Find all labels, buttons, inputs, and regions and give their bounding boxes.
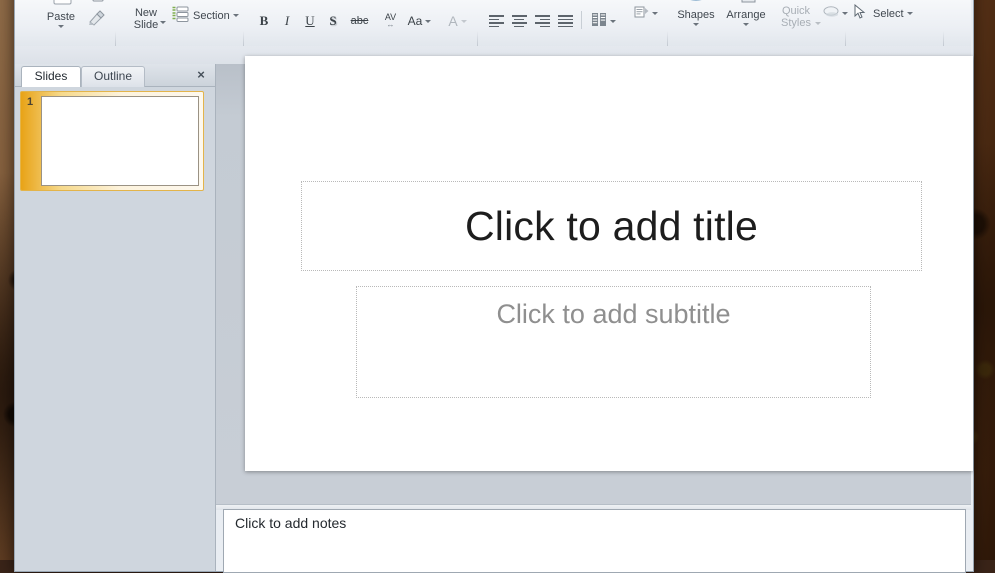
ribbon-group-drawing: Shapes Arrange: [671, 0, 843, 46]
ribbon-group-font: B I U S abc AV ↔ Aa A: [247, 0, 475, 46]
subtitle-placeholder-text: Click to add subtitle: [496, 299, 730, 330]
align-text-button[interactable]: [631, 2, 660, 24]
ribbon-group-clipboard: Paste: [19, 0, 115, 46]
new-slide-icon: [132, 0, 160, 7]
paste-chevron-down-icon[interactable]: [58, 25, 64, 28]
reset-button[interactable]: Reset: [171, 0, 245, 3]
quick-styles-icon: [783, 0, 809, 5]
quick-styles-label: Quick Styles: [781, 5, 811, 29]
slide-editing-area: Click to add title Click to add subtitle: [216, 64, 971, 504]
slide-number-label: 1: [27, 96, 33, 108]
notes-placeholder-text: Click to add notes: [235, 515, 346, 531]
columns-button[interactable]: [589, 10, 618, 32]
notes-pane[interactable]: Click to add notes: [223, 509, 966, 573]
columns-chevron-down-icon: [610, 20, 616, 23]
shape-effects-icon: [823, 5, 839, 22]
slide-thumbnail-canvas: [41, 96, 199, 186]
arrange-label: Arrange: [726, 9, 765, 21]
section-icon: [172, 6, 189, 25]
quick-styles-button[interactable]: Quick Styles: [771, 0, 821, 38]
arrange-chevron-down-icon[interactable]: [743, 23, 749, 26]
copy-icon: [88, 0, 105, 5]
ribbon-group-slides: New Slide Reset: [119, 0, 243, 46]
columns-icon: [592, 13, 607, 29]
change-case-button[interactable]: Aa: [405, 10, 434, 32]
shapes-label: Shapes: [677, 9, 714, 21]
paragraph-inner-divider: [581, 11, 582, 29]
section-label: Section: [193, 10, 230, 22]
title-placeholder-text: Click to add title: [465, 203, 758, 250]
justify-button[interactable]: [554, 10, 576, 32]
replace-button[interactable]: ab ac Replace: [851, 0, 943, 1]
ribbon-group-editing: ab ac Replace Select: [849, 0, 941, 46]
align-center-icon: [512, 15, 527, 27]
ribbon-groups-row: Paste: [15, 0, 971, 46]
font-color-label: A: [448, 13, 457, 29]
section-chevron-down-icon[interactable]: [233, 14, 239, 17]
change-case-chevron-down-icon: [425, 20, 431, 23]
align-text-chevron-down-icon: [652, 12, 658, 15]
align-center-button[interactable]: [508, 10, 530, 32]
select-chevron-down-icon[interactable]: [907, 12, 913, 15]
font-color-chevron-down-icon: [461, 20, 467, 23]
reset-icon: [172, 0, 189, 1]
powerpoint-window: Paste: [14, 0, 974, 572]
tab-slides[interactable]: Slides: [21, 66, 81, 87]
italic-button[interactable]: I: [276, 10, 298, 32]
shapes-icon: [683, 0, 709, 9]
character-spacing-button[interactable]: AV ↔: [376, 10, 405, 32]
shapes-button[interactable]: Shapes: [671, 0, 721, 38]
align-right-button[interactable]: [531, 10, 553, 32]
ribbon-group-paragraph: [481, 0, 665, 46]
align-left-button[interactable]: [485, 10, 507, 32]
arrange-icon: [733, 0, 759, 9]
shape-effects-button[interactable]: [821, 2, 850, 24]
slide-thumbnail-1[interactable]: 1: [20, 91, 204, 191]
slides-pane-tabs: Slides Outline ×: [15, 64, 215, 87]
clipboard-icon: [48, 0, 74, 11]
align-right-icon: [535, 15, 550, 27]
slides-pane: Slides Outline × 1: [15, 64, 216, 571]
bold-button[interactable]: B: [253, 10, 275, 32]
shape-effects-chevron-down-icon: [842, 12, 848, 15]
change-case-label: Aa: [408, 14, 423, 28]
section-button[interactable]: Section: [171, 4, 245, 27]
arrange-button[interactable]: Arrange: [719, 0, 773, 38]
character-spacing-arrow-icon: ↔: [387, 21, 395, 29]
tab-outline[interactable]: Outline: [81, 66, 145, 87]
subtitle-placeholder[interactable]: Click to add subtitle: [356, 286, 871, 398]
shapes-chevron-down-icon[interactable]: [693, 23, 699, 26]
new-slide-button[interactable]: New Slide: [121, 0, 171, 38]
align-left-icon: [489, 15, 504, 27]
paste-button-label: Paste: [47, 11, 75, 23]
align-text-icon: [634, 5, 649, 22]
select-cursor-icon: [852, 4, 869, 23]
select-button[interactable]: Select: [851, 2, 943, 25]
text-shadow-button[interactable]: S: [322, 10, 344, 32]
paste-button[interactable]: Paste: [35, 0, 87, 38]
title-placeholder[interactable]: Click to add title: [301, 181, 922, 271]
underline-button[interactable]: U: [299, 10, 321, 32]
select-label: Select: [873, 8, 904, 20]
close-pane-icon[interactable]: ×: [193, 67, 209, 83]
format-painter-icon: [88, 9, 106, 29]
copy-button[interactable]: [87, 0, 117, 6]
new-slide-chevron-down-icon[interactable]: [160, 21, 166, 24]
new-slide-label: New Slide: [134, 7, 158, 31]
slide-canvas[interactable]: Click to add title Click to add subtitle: [245, 56, 973, 471]
justify-icon: [558, 15, 573, 27]
strikethrough-button[interactable]: abc: [345, 10, 374, 32]
format-painter-button[interactable]: [87, 8, 117, 30]
font-color-button[interactable]: A: [443, 10, 472, 32]
